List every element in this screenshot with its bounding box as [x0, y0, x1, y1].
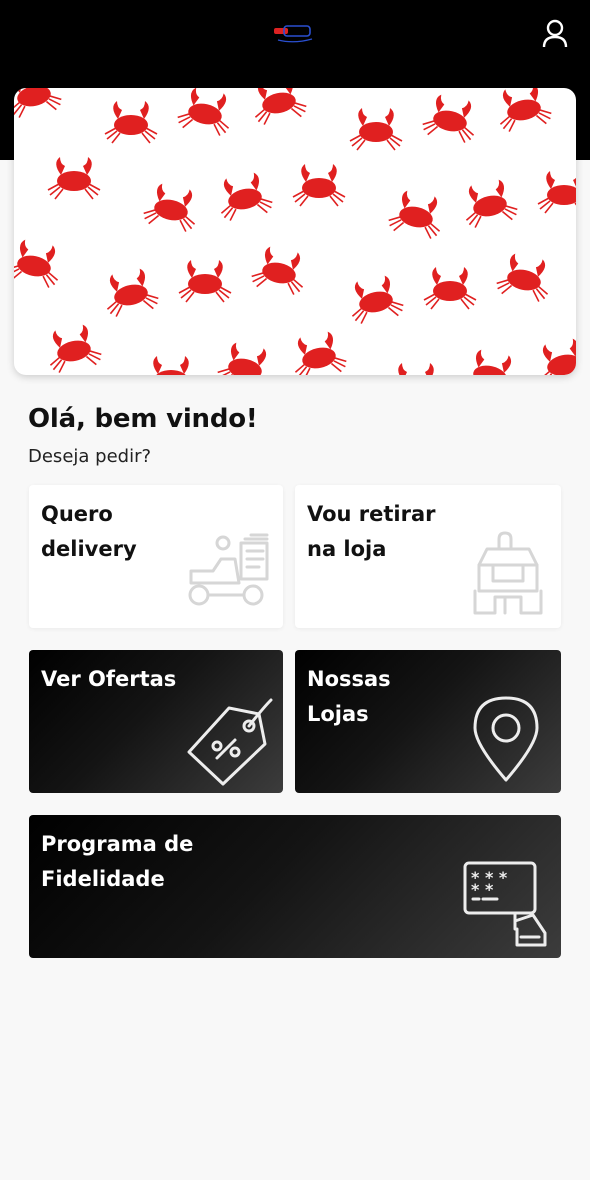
- map-pin-icon: [473, 696, 539, 782]
- crab-icon: [47, 156, 101, 200]
- crab-icon: [460, 346, 522, 375]
- crab-icon: [349, 107, 403, 151]
- crab-icon: [389, 362, 443, 375]
- crab-icon: [104, 100, 158, 144]
- crab-icon: [213, 169, 275, 223]
- svg-text:* *: * *: [471, 880, 494, 899]
- crab-pattern: [14, 88, 576, 375]
- promo-banner[interactable]: [14, 88, 576, 375]
- order-question: Deseja pedir?: [28, 446, 152, 467]
- crab-icon: [178, 259, 232, 303]
- store-pickup-icon: [473, 531, 543, 615]
- crab-icon: [292, 163, 346, 207]
- crab-icon: [215, 339, 277, 375]
- crab-icon: [532, 335, 576, 375]
- delivery-card[interactable]: Quero delivery: [29, 485, 283, 628]
- crab-icon: [249, 243, 311, 297]
- crab-icon: [175, 88, 237, 138]
- crab-icon: [344, 272, 406, 326]
- crab-icon: [386, 187, 448, 241]
- delivery-scooter-icon: [188, 533, 269, 606]
- crab-icon: [494, 250, 556, 304]
- brand-logo-icon: [274, 25, 313, 43]
- crab-icon: [14, 88, 64, 120]
- stores-card[interactable]: Nossas Lojas: [295, 650, 561, 793]
- user-icon[interactable]: [538, 17, 572, 51]
- loyalty-card[interactable]: Programa de Fidelidade * * * * *: [29, 815, 561, 958]
- offers-card[interactable]: Ver Ofertas: [29, 650, 283, 793]
- crab-icon: [423, 266, 477, 310]
- crab-icon: [247, 88, 309, 127]
- loyalty-label: Programa de Fidelidade: [41, 832, 194, 891]
- crab-icon: [141, 180, 203, 234]
- crab-icon: [458, 176, 520, 230]
- crab-icon: [144, 355, 198, 375]
- crab-icon: [287, 328, 349, 375]
- crab-icon: [99, 265, 161, 319]
- offers-label: Ver Ofertas: [41, 667, 177, 691]
- crab-icon: [537, 170, 576, 214]
- pickup-card[interactable]: Vou retirar na loja: [295, 485, 561, 628]
- welcome-title: Olá, bem vindo!: [28, 404, 258, 434]
- crab-icon: [420, 91, 482, 145]
- crab-icon: [14, 236, 66, 290]
- crab-icon: [42, 321, 104, 375]
- discount-tag-icon: [187, 698, 273, 786]
- crab-icon: [492, 88, 554, 134]
- loyalty-card-icon: * * * * *: [463, 861, 547, 947]
